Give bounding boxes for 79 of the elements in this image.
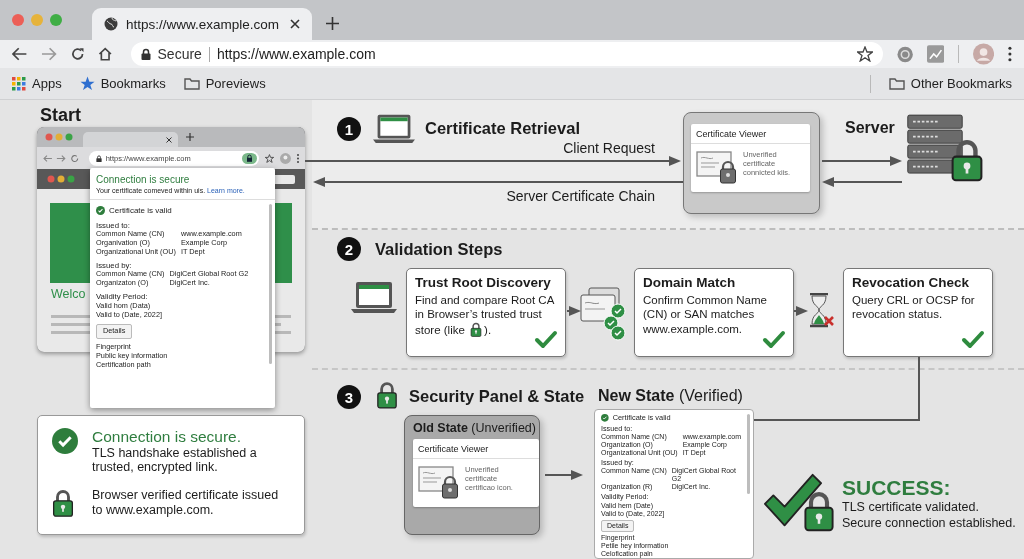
- folder-icon: [183, 77, 200, 90]
- window-controls-icon: [45, 133, 75, 141]
- check-circle-icon: [96, 206, 105, 216]
- extension-icon[interactable]: [896, 45, 913, 63]
- step-title: Security Panel & State: [409, 387, 585, 406]
- success-text: TLS certificate validated.: [842, 500, 980, 516]
- bookmark-label: Other Bookmarks: [910, 76, 1012, 91]
- laptop-icon: [350, 280, 398, 314]
- globe-icon: [104, 17, 118, 31]
- tab-title: https://www.example.com: [126, 16, 281, 32]
- step-title: Validation Steps: [375, 240, 503, 259]
- arrow: [794, 305, 808, 317]
- folder-icon: [888, 77, 905, 90]
- menu-icon[interactable]: [1008, 46, 1012, 62]
- lock-icon: [140, 48, 151, 60]
- step-number: 2: [337, 237, 361, 261]
- page-heading: Welco: [51, 287, 86, 301]
- back-icon[interactable]: [12, 47, 28, 61]
- status-text: Certificate is valid: [109, 206, 172, 216]
- bookmark-item[interactable]: Poreviews: [183, 76, 266, 91]
- lock-icon: [950, 138, 984, 182]
- chart-extension-icon[interactable]: [926, 45, 945, 63]
- arrow-label: Server Certificate Chain: [505, 188, 655, 204]
- certificate-check-icon: [580, 287, 626, 341]
- lock-icon: [470, 321, 483, 337]
- lock-icon: [52, 488, 74, 519]
- viewer-title: Certificate Viewer: [691, 124, 810, 144]
- check-circle-icon: [52, 428, 78, 454]
- window-controls-icon: [47, 175, 75, 183]
- arrow: [567, 305, 581, 317]
- address-bar[interactable]: Secure https://www.example.com: [130, 42, 883, 66]
- card-title: Domain Match: [643, 275, 737, 290]
- url-text: https://www.example.com: [216, 46, 377, 62]
- bookmark-label: Apps: [32, 76, 62, 91]
- card-text: Query CRL or OCSP for revocation status.: [852, 293, 976, 322]
- success-text: Secure connection established.: [842, 515, 1016, 532]
- laptop-icon: [372, 113, 416, 144]
- bookmark-label: Poreviews: [205, 76, 266, 91]
- server-label: Server: [845, 119, 895, 137]
- section-title: Start: [40, 105, 81, 126]
- certificate-lock-icon: [418, 465, 460, 499]
- step-number: 3: [337, 385, 361, 409]
- bookmark-star-icon[interactable]: [265, 153, 275, 163]
- card-title: Revocation Check: [852, 275, 971, 290]
- summary-text: Browser verified certificate issued to www.example.com.: [92, 488, 280, 519]
- new-tab-icon[interactable]: [186, 133, 194, 141]
- arrow: [545, 469, 583, 481]
- site-lock-button-icon[interactable]: [242, 152, 258, 164]
- bookmark-label: Bookmarks: [100, 76, 166, 91]
- bookmark-item[interactable]: Bookmarks: [79, 76, 166, 91]
- reload-icon[interactable]: [70, 47, 85, 61]
- summary-text: TLS handshake established a trusted, encrypted link.: [92, 446, 258, 475]
- popup-title: Connection is secure: [96, 174, 190, 185]
- step-title: Certificate Retrieval: [425, 119, 580, 138]
- summary-heading: Connection is secure.: [92, 428, 243, 446]
- bookmark-item[interactable]: Other Bookmarks: [888, 76, 1012, 91]
- lock-icon: [95, 154, 102, 162]
- card-text: Confirm Common Name (CN) or SAN matches www.example.com.: [643, 293, 768, 337]
- security-label: Secure: [157, 46, 202, 62]
- viewer-title: Certificate Viewer: [413, 439, 539, 459]
- arrow-label: Client Request: [562, 140, 655, 156]
- state-title: Old State (Unverified): [412, 420, 537, 437]
- certificate-lock-icon: [696, 150, 738, 184]
- success-title: SUCCESS:: [842, 476, 952, 500]
- lock-icon: [376, 381, 398, 409]
- state-title: New State (Verified): [598, 387, 743, 405]
- new-tab-icon[interactable]: [326, 16, 339, 30]
- bookmark-star-icon[interactable]: [856, 46, 873, 62]
- bookmark-item[interactable]: Apps: [12, 76, 62, 91]
- apps-grid-icon: [12, 76, 26, 91]
- card-text: Find and compare Root CA in Browser’s trusted trust store (like ).: [415, 293, 556, 338]
- home-icon[interactable]: [98, 47, 113, 61]
- lock-icon: [803, 490, 835, 532]
- star-icon: [79, 76, 95, 91]
- close-icon[interactable]: [290, 19, 300, 29]
- check-circle-icon: [601, 414, 609, 423]
- card-title: Trust Root Discovery: [415, 275, 552, 290]
- browser-tab[interactable]: https://www.example.com: [92, 8, 312, 40]
- close-icon[interactable]: [166, 136, 172, 143]
